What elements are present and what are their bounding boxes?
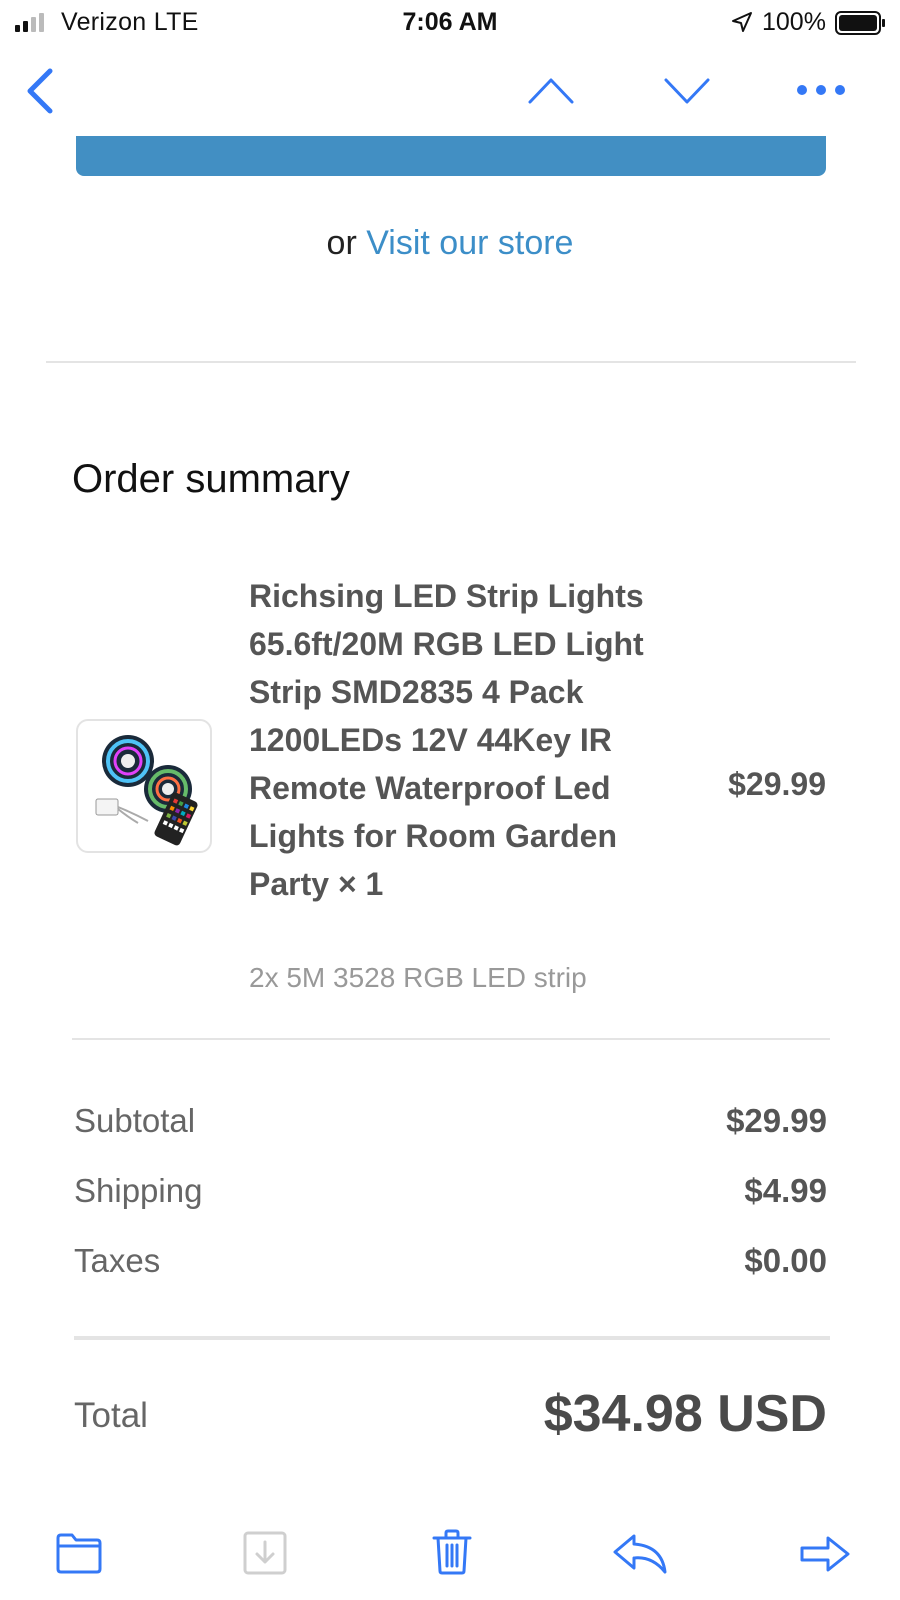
visit-store-line: or Visit our store bbox=[0, 224, 900, 263]
total-label: Total bbox=[74, 1396, 148, 1435]
store-prefix: or bbox=[326, 224, 367, 262]
product-variant: 2x 5M 3528 RGB LED strip bbox=[249, 962, 587, 993]
status-bar: Verizon LTE 7:06 AM 100% bbox=[0, 0, 900, 44]
location-arrow-icon bbox=[732, 12, 752, 32]
divider bbox=[74, 1336, 830, 1340]
forward-icon[interactable] bbox=[800, 1534, 850, 1574]
taxes-value: $0.00 bbox=[744, 1242, 827, 1279]
archive-icon[interactable] bbox=[242, 1530, 288, 1576]
chevron-down-icon[interactable] bbox=[662, 74, 712, 108]
divider bbox=[46, 361, 856, 363]
total-value: $34.98 USD bbox=[543, 1385, 827, 1443]
battery-percent: 100% bbox=[762, 8, 826, 36]
product-image bbox=[76, 719, 212, 853]
trash-icon[interactable] bbox=[430, 1528, 474, 1576]
chevron-left-icon[interactable] bbox=[22, 66, 58, 116]
subtotal-label: Subtotal bbox=[74, 1102, 196, 1139]
battery-icon bbox=[835, 11, 885, 35]
chevron-up-icon[interactable] bbox=[526, 74, 576, 108]
shipping-value: $4.99 bbox=[744, 1172, 827, 1209]
subtotal-value: $29.99 bbox=[726, 1102, 827, 1139]
divider bbox=[72, 1038, 830, 1040]
product-price: $29.99 bbox=[728, 766, 826, 802]
more-icon[interactable] bbox=[795, 80, 847, 100]
mail-nav-bar bbox=[0, 44, 900, 136]
led-strip-image-icon bbox=[95, 735, 198, 846]
visit-store-link[interactable]: Visit our store bbox=[366, 224, 573, 262]
product-name: Richsing LED Strip Lights 65.6ft/20M RGB… bbox=[249, 578, 644, 902]
cta-button[interactable] bbox=[76, 136, 826, 176]
reply-icon[interactable] bbox=[612, 1532, 668, 1576]
shipping-label: Shipping bbox=[74, 1172, 203, 1209]
order-summary-title: Order summary bbox=[72, 457, 350, 501]
mail-toolbar bbox=[0, 1520, 900, 1600]
folder-icon[interactable] bbox=[56, 1532, 102, 1574]
taxes-label: Taxes bbox=[74, 1242, 161, 1279]
